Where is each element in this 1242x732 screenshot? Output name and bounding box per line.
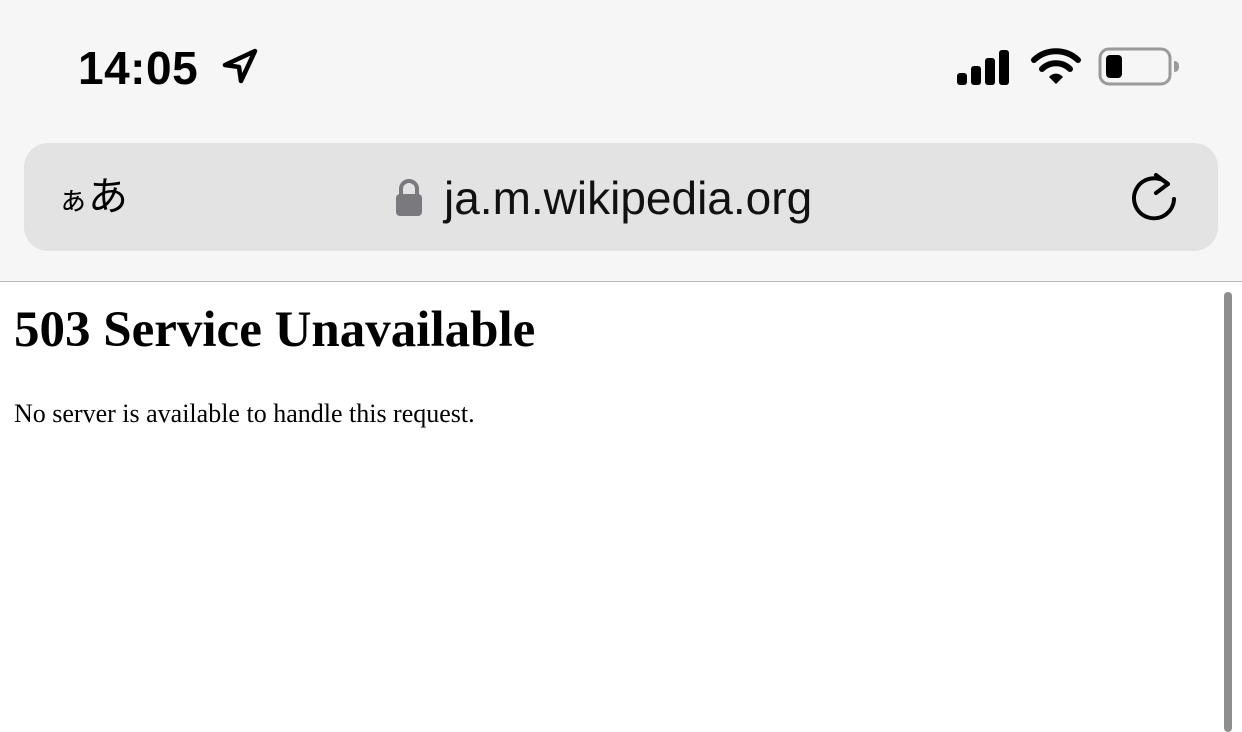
wifi-icon xyxy=(1031,48,1081,84)
vertical-scrollbar[interactable] xyxy=(1224,292,1232,732)
page-message: No server is available to handle this re… xyxy=(14,399,475,428)
cellular-signal-icon xyxy=(957,50,1009,85)
status-time: 14:05 xyxy=(78,42,199,94)
address-bar[interactable]: ぁあ ja.m.wikipedia.org xyxy=(24,143,1218,251)
browser-toolbar: ぁあ ja.m.wikipedia.org xyxy=(0,130,1242,282)
battery-low-icon xyxy=(1098,47,1179,86)
text-size-small-glyph: ぁ xyxy=(58,183,88,218)
text-size-large-glyph: あ xyxy=(88,174,128,220)
url-text: ja.m.wikipedia.org xyxy=(444,172,813,224)
page-title: 503 Service Unavailable xyxy=(14,302,536,358)
status-bar: 14:05 xyxy=(0,0,1242,130)
url-field[interactable]: ja.m.wikipedia.org xyxy=(394,163,812,233)
page-content: 503 Service Unavailable No server is ava… xyxy=(0,282,1242,732)
reload-icon[interactable] xyxy=(1126,169,1184,227)
location-arrow-icon xyxy=(222,48,258,84)
text-size-button[interactable]: ぁあ xyxy=(58,165,148,229)
lock-icon xyxy=(396,179,422,216)
